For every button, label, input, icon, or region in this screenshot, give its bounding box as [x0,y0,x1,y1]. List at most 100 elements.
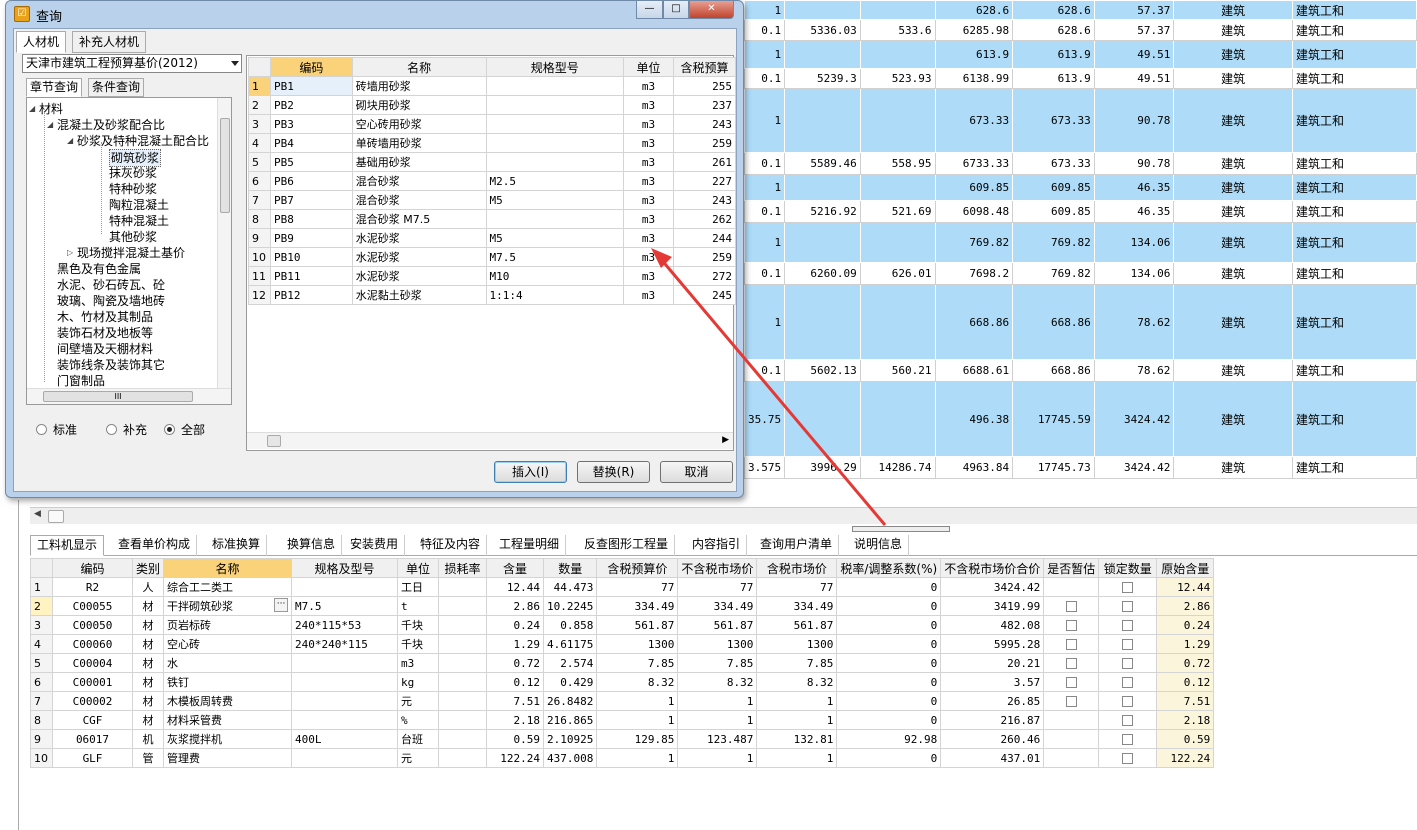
tree-node[interactable]: 现场搅拌混凝土基价 [77,245,185,261]
grid-cell-name[interactable]: 综合工二类工 [163,577,293,597]
results-cell-name[interactable]: 混合砂浆 [351,190,487,210]
grid-cell-name[interactable]: 空心砖 [163,634,293,654]
grid-cell-orig[interactable]: 0.24 [1156,615,1215,635]
background-cell[interactable]: 0.1 [743,68,786,89]
tab-resource[interactable]: 人材机 [16,31,67,53]
lock-cell[interactable] [1098,653,1158,673]
grid-cell-orig[interactable]: 7.51 [1156,691,1215,711]
scroll-right-icon[interactable]: ▶ [722,435,729,445]
tree-node[interactable]: 陶粒混凝土 [109,197,169,213]
grid-cell-tax_market[interactable]: 1 [756,748,838,768]
background-cell[interactable]: 建筑工和 [1292,152,1417,175]
background-row[interactable]: 0.1 5216.92 521.69 6098.48 609.85 46.35 建筑 建筑工和 [743,200,1417,223]
grid-cell-notax_total[interactable]: 437.01 [940,748,1045,768]
grid-cell-tax_budget[interactable]: 8.32 [596,672,679,692]
results-cell-name[interactable]: 空心砖用砂浆 [351,114,487,134]
background-row[interactable]: 3.575 3996.29 14286.74 4963.84 17745.73 3424.… [743,456,1417,479]
results-cell-code[interactable]: PB10 [269,247,353,267]
background-cell[interactable]: 1 [743,222,786,263]
tab-bottom-2[interactable]: 标准换算 [206,535,268,556]
results-header[interactable] [248,57,271,77]
background-cell[interactable]: 668.86 [934,284,1014,360]
grid-header[interactable]: 锁定数量 [1098,558,1158,578]
grid-header[interactable]: 原始含量 [1156,558,1215,578]
estimate-cell[interactable] [1043,710,1100,730]
results-cell-unit[interactable]: m3 [623,266,674,286]
grid-cell-tax_market[interactable]: 1 [756,691,838,711]
background-cell[interactable]: 建筑工和 [1292,200,1417,223]
background-row[interactable]: 35.75 496.38 17745.59 3424.42 建筑 建筑工和 [743,381,1417,457]
results-cell-spec[interactable]: M2.5 [485,171,625,191]
grid-cell-spec[interactable]: 400L [291,729,399,749]
results-cell-name[interactable]: 砖墙用砂浆 [351,76,487,96]
background-row[interactable]: 0.1 5239.3 523.93 6138.99 613.9 49.51 建筑 建筑工和 [743,68,1417,89]
lock-checkbox[interactable] [1122,696,1134,707]
background-cell[interactable]: 6733.33 [934,152,1014,175]
grid-cell-rate[interactable]: 92.98 [836,729,942,749]
background-cell[interactable]: 609.85 [934,174,1014,201]
background-cell[interactable]: 3996.29 [784,456,861,479]
results-cell-n[interactable]: 5 [248,152,271,172]
scroll-left-icon[interactable]: ◀ [34,509,41,519]
grid-cell-cat[interactable]: 管 [131,748,165,768]
background-cell[interactable] [859,174,936,201]
grid-cell-rate[interactable]: 0 [836,710,942,730]
grid-cell-n[interactable]: 1 [30,577,53,597]
grid-cell-amount[interactable]: 216.865 [543,710,598,730]
grid-cell-code[interactable]: C00004 [52,653,133,673]
results-cell-price[interactable]: 259 [673,247,736,267]
results-cell-code[interactable]: PB8 [269,209,353,229]
results-cell-unit[interactable]: m3 [623,209,674,229]
radio-button[interactable] [164,424,175,435]
results-cell-spec[interactable]: M10 [485,266,625,286]
replace-button[interactable]: 替换(R) [577,461,650,483]
background-cell[interactable]: 17745.59 [1012,381,1095,457]
grid-cell-amount[interactable]: 26.8482 [543,691,598,711]
results-cell-price[interactable]: 244 [673,228,736,248]
background-cell[interactable]: 3.575 [743,456,786,479]
background-cell[interactable]: 769.82 [1012,262,1095,285]
grid-cell-n[interactable]: 9 [30,729,53,749]
grid-cell-tax_budget[interactable]: 334.49 [596,596,679,616]
background-cell[interactable] [784,222,861,263]
scrollbar-thumb[interactable]: III [43,391,193,402]
background-cell[interactable] [859,40,936,69]
grid-cell-cat[interactable]: 材 [131,672,165,692]
grid-cell-loss[interactable] [438,615,488,635]
background-row[interactable]: 1 609.85 609.85 46.35 建筑 建筑工和 [743,174,1417,201]
grid-cell-code[interactable]: C00060 [52,634,133,654]
background-cell[interactable]: 668.86 [1012,359,1095,382]
results-cell-spec[interactable] [485,152,625,172]
tab-bottom-6[interactable]: 工程量明细 [493,535,567,556]
background-cell[interactable]: 673.33 [1012,88,1095,153]
grid-cell-name[interactable]: 材料采管费 [163,710,293,730]
grid-cell-loss[interactable] [438,672,488,692]
lock-cell[interactable] [1098,615,1158,635]
table-row[interactable]: 3 C00050 材页岩标砖 240*115*53 千块 0.24 0.858 561.87 5… [30,615,1215,635]
grid-cell-rate[interactable]: 0 [836,672,942,692]
grid-cell-cat[interactable]: 材 [131,653,165,673]
background-cell[interactable]: 134.06 [1093,222,1175,263]
background-cell[interactable] [784,284,861,360]
background-cell[interactable]: 533.6 [859,19,936,41]
results-cell-spec[interactable] [485,76,625,96]
background-cell[interactable]: 建筑 [1173,152,1293,175]
table-row[interactable]: 1 PB1 砖墙用砂浆 m3 255 [248,76,736,96]
background-cell[interactable]: 49.51 [1093,68,1175,89]
results-cell-name[interactable]: 混合砂浆 M7.5 [351,209,487,229]
background-row[interactable]: 0.1 5602.13 560.21 6688.61 668.86 78.62 建筑 建筑工和 [743,359,1417,382]
background-cell[interactable]: 1 [743,0,786,20]
tree-expander-icon[interactable]: ◢ [67,133,73,149]
grid-cell-spec[interactable]: M7.5 [291,596,399,616]
results-header[interactable]: 名称 [351,57,487,77]
grid-cell-loss[interactable] [438,596,488,616]
background-cell[interactable]: 7698.2 [934,262,1014,285]
minimize-button[interactable]: — [636,1,663,19]
grid-cell-n[interactable]: 2 [30,596,53,616]
estimate-cell[interactable] [1043,615,1100,635]
grid-cell-rate[interactable]: 0 [836,691,942,711]
grid-cell-tax_budget[interactable]: 7.85 [596,653,679,673]
grid-cell-spec[interactable] [291,577,399,597]
background-cell[interactable]: 134.06 [1093,262,1175,285]
grid-cell-rate[interactable]: 0 [836,653,942,673]
